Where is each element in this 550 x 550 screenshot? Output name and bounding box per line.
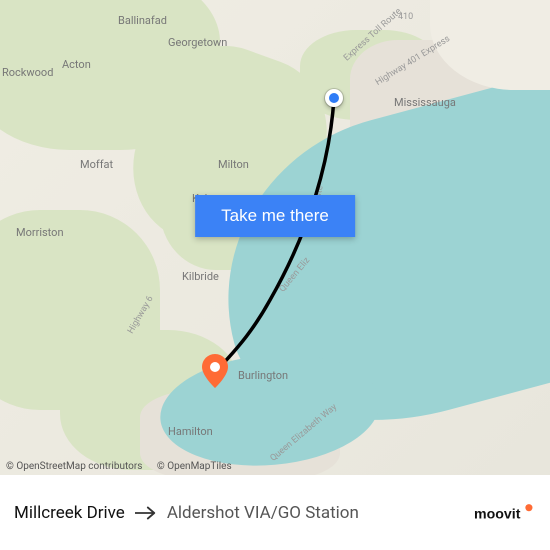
origin-marker[interactable]: [325, 89, 343, 107]
route-summary: Millcreek Drive Aldershot VIA/GO Station: [14, 503, 359, 523]
route-origin-label: Millcreek Drive: [14, 503, 125, 523]
moovit-logo[interactable]: moovit: [474, 498, 536, 528]
city-label-mississauga: Mississauga: [394, 96, 456, 109]
city-label-hamilton: Hamilton: [168, 425, 213, 438]
city-label-moffat: Moffat: [80, 158, 113, 171]
city-label-morriston: Morriston: [16, 226, 64, 239]
city-label-acton: Acton: [62, 58, 91, 71]
city-label-milton: Milton: [218, 158, 249, 171]
city-label-burlington: Burlington: [238, 369, 288, 382]
take-me-there-button[interactable]: Take me there: [195, 195, 355, 237]
attribution-omt[interactable]: © OpenMapTiles: [157, 461, 232, 472]
city-label-ballinafad: Ballinafad: [118, 14, 167, 27]
route-destination-label: Aldershot VIA/GO Station: [167, 503, 359, 523]
arrow-right-icon: [135, 506, 157, 520]
city-label-georgetown: Georgetown: [168, 36, 227, 49]
map-viewport[interactable]: Ballinafad Georgetown Acton Rockwood Mis…: [0, 0, 550, 475]
svg-text:moovit: moovit: [474, 506, 521, 522]
pin-icon: [202, 354, 228, 388]
destination-marker[interactable]: [202, 354, 226, 378]
city-label-kilbride: Kilbride: [182, 270, 219, 283]
route-footer: Millcreek Drive Aldershot VIA/GO Station…: [0, 475, 550, 550]
map-attribution: © OpenStreetMap contributors © OpenMapTi…: [6, 461, 244, 472]
moovit-logo-icon: moovit: [474, 501, 536, 525]
attribution-osm[interactable]: © OpenStreetMap contributors: [6, 461, 142, 472]
city-label-rockwood: Rockwood: [2, 66, 53, 79]
